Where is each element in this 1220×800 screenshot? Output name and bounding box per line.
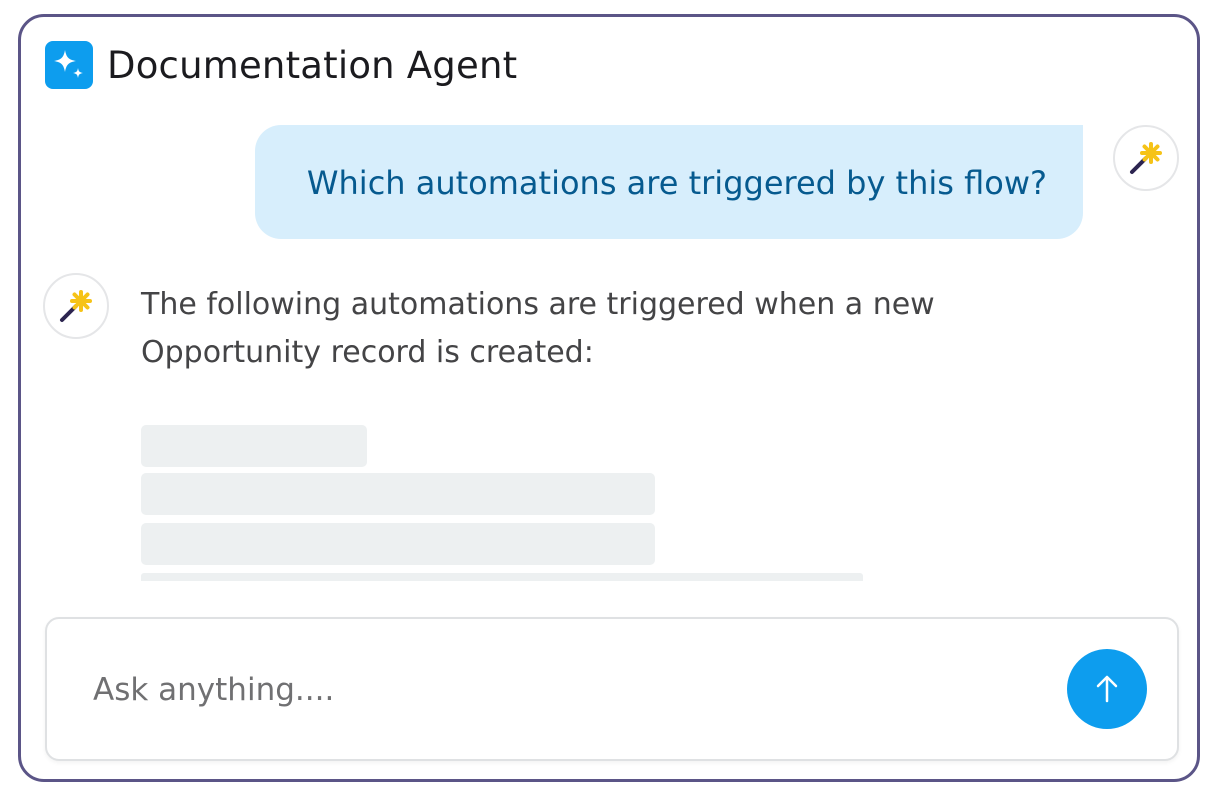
agent-avatar: [43, 273, 109, 339]
loading-skeleton-line: [141, 473, 655, 515]
message-composer: [45, 617, 1179, 761]
loading-skeleton-line: [141, 425, 367, 467]
loading-skeleton-line: [141, 573, 863, 581]
user-message-bubble: Which automations are triggered by this …: [255, 125, 1083, 239]
loading-skeleton-line: [141, 523, 655, 565]
arrow-up-icon: [1096, 675, 1118, 703]
agent-message-text: The following automations are triggered …: [141, 287, 935, 370]
chat-panel: Documentation Agent Which automations ar…: [18, 14, 1200, 782]
sparkles-icon: [45, 41, 93, 89]
user-avatar: [1113, 125, 1179, 191]
send-button[interactable]: [1067, 649, 1147, 729]
magic-wand-icon: [1130, 142, 1162, 174]
user-message-text: Which automations are triggered by this …: [306, 164, 1047, 202]
magic-wand-icon: [60, 290, 92, 322]
app-title: Documentation Agent: [107, 44, 518, 87]
message-input[interactable]: [93, 665, 993, 715]
